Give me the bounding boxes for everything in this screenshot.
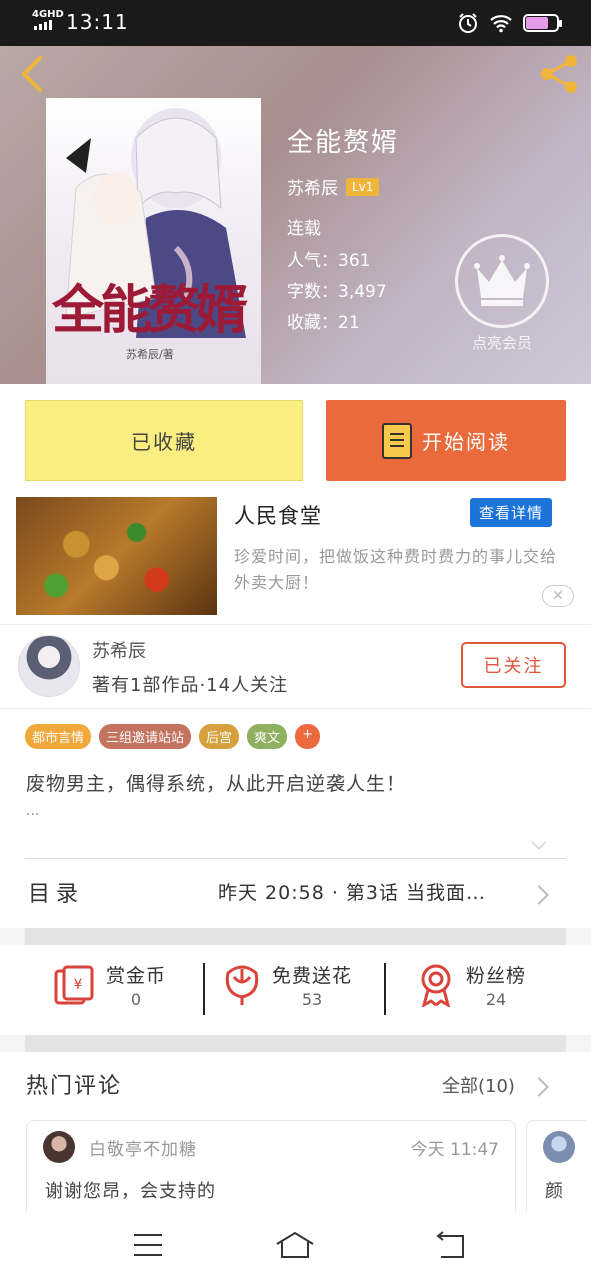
medal-icon xyxy=(421,964,451,1007)
book-word-count: 字数：3,497 xyxy=(287,282,387,302)
comment-card[interactable]: 白敬亭不加糖 今天 11:47 谢谢您昂，会支持的 xyxy=(26,1120,516,1220)
table-of-contents-row[interactable]: 目录 昨天 20:58 · 第3话 当我面… xyxy=(0,858,591,928)
tag[interactable]: 后宫 xyxy=(199,724,240,749)
book-author-row[interactable]: 苏希辰 Lv1 xyxy=(287,174,380,199)
section-divider xyxy=(25,928,566,945)
network-type: 4GHD xyxy=(32,9,64,20)
commenter-avatar[interactable] xyxy=(43,1131,75,1163)
commenter-avatar[interactable] xyxy=(543,1131,575,1163)
book-status: 连载 xyxy=(287,219,321,239)
commenter-name[interactable]: 白敬亭不加糖 xyxy=(89,1135,197,1160)
book-cover[interactable]: 全能赘婿 苏希辰/著 xyxy=(46,98,261,384)
stats-bar: ¥ 赏金币 0 免费送花 53 粉丝榜 24 xyxy=(0,945,591,1035)
author-avatar[interactable] xyxy=(18,635,80,697)
author-info: 著有1部作品·14人关注 xyxy=(92,675,289,696)
share-icon[interactable] xyxy=(537,52,581,96)
stat-label: 赏金币 xyxy=(106,965,167,987)
ad-detail-button[interactable]: 查看详情 xyxy=(470,498,553,527)
synopsis-ellipsis: ... xyxy=(26,803,40,819)
tip-coins-button[interactable]: ¥ 赏金币 0 xyxy=(52,961,166,1009)
vip-button[interactable]: 点亮会员 xyxy=(454,234,550,353)
chevron-right-icon xyxy=(529,885,549,905)
menu-icon[interactable] xyxy=(134,1234,162,1256)
flower-icon xyxy=(225,965,259,1005)
crown-icon xyxy=(474,255,530,306)
start-reading-button[interactable]: 开始阅读 xyxy=(326,400,566,481)
chevron-right-icon[interactable] xyxy=(529,1077,549,1097)
tag[interactable]: 爽文 xyxy=(247,724,288,749)
vip-label: 点亮会员 xyxy=(471,334,532,352)
cover-title: 全能赘婿 xyxy=(52,280,248,341)
stat-label: 粉丝榜 xyxy=(466,965,527,987)
status-bar: 4GHD 13:11 xyxy=(0,0,591,46)
book-header: 全能赘婿 苏希辰/著 全能赘婿 苏希辰 Lv1 连载 人气：361 字数：3,4… xyxy=(0,46,591,384)
back-icon[interactable] xyxy=(14,54,54,94)
divider xyxy=(25,858,566,859)
divider xyxy=(203,963,205,1015)
follow-button[interactable]: 已关注 xyxy=(461,642,566,688)
red-envelope-icon: ¥ xyxy=(54,965,94,1005)
latest-chapter: 昨天 20:58 · 第3话 当我面… xyxy=(218,882,487,904)
home-icon[interactable] xyxy=(275,1230,315,1260)
stat-value: 53 xyxy=(301,990,323,1009)
expand-chevron-icon[interactable] xyxy=(531,834,547,850)
book-popularity: 人气：361 xyxy=(287,251,371,271)
comments-title: 热门评论 xyxy=(26,1074,123,1099)
battery-icon xyxy=(523,14,562,32)
ad-image[interactable] xyxy=(16,497,217,615)
toc-label: 目录 xyxy=(28,882,85,907)
svg-text:¥: ¥ xyxy=(74,977,83,993)
status-time: 13:11 xyxy=(66,10,129,34)
back-nav-icon[interactable] xyxy=(433,1230,469,1260)
system-nav-bar xyxy=(0,1212,591,1280)
add-tag-button[interactable]: + xyxy=(295,724,320,749)
action-bar: 已收藏 开始阅读 xyxy=(0,384,591,496)
fan-ranking-button[interactable]: 粉丝榜 24 xyxy=(416,961,526,1009)
free-flower-button[interactable]: 免费送花 53 xyxy=(222,961,352,1009)
alarm-icon xyxy=(459,13,477,33)
tag-list: 都市言情 三组邀请站站 后宫 爽文 + xyxy=(25,724,320,749)
comment-card[interactable]: 颜 xyxy=(526,1120,586,1220)
book-author[interactable]: 苏希辰 xyxy=(287,174,338,199)
synopsis-text: 废物男主，偶得系统，从此开启逆袭人生！ xyxy=(26,773,407,795)
stat-value: 24 xyxy=(485,990,507,1009)
stat-label: 免费送花 xyxy=(272,965,353,987)
tags-synopsis-section: 都市言情 三组邀请站站 后宫 爽文 + 废物男主，偶得系统，从此开启逆袭人生！ … xyxy=(0,708,591,858)
author-name: 苏希辰 xyxy=(92,641,146,662)
wifi-icon xyxy=(490,15,512,33)
level-badge: Lv1 xyxy=(346,177,380,196)
stat-value: 0 xyxy=(130,990,142,1009)
book-collections: 收藏：21 xyxy=(287,313,360,333)
cover-author: 苏希辰/著 xyxy=(126,348,174,361)
tag[interactable]: 三组邀请站站 xyxy=(99,724,192,749)
start-reading-label: 开始阅读 xyxy=(422,430,510,454)
book-icon xyxy=(382,422,412,459)
comment-text: 谢谢您昂，会支持的 xyxy=(45,1181,216,1202)
all-comments-link[interactable]: 全部(10) xyxy=(442,1072,515,1098)
ad-banner[interactable]: 人民食堂 查看详情 珍爱时间，把做饭这种费时费力的事儿交给外卖大厨！ ✕ xyxy=(0,496,591,624)
ad-description: 珍爱时间，把做饭这种费时费力的事儿交给外卖大厨！ xyxy=(234,547,558,592)
signal-icon xyxy=(34,20,52,30)
author-section[interactable]: 苏希辰 著有1部作品·14人关注 已关注 xyxy=(0,624,591,708)
tag[interactable]: 都市言情 xyxy=(25,724,92,749)
collected-button[interactable]: 已收藏 xyxy=(25,400,303,481)
comment-time: 今天 11:47 xyxy=(410,1140,499,1160)
ad-close-icon[interactable]: ✕ xyxy=(542,585,574,607)
comment-text: 颜 xyxy=(545,1181,563,1202)
book-title: 全能赘婿 xyxy=(287,128,400,158)
divider xyxy=(384,963,386,1015)
hot-comments-section: 热门评论 全部(10) 白敬亭不加糖 今天 11:47 谢谢您昂，会支持的 颜 xyxy=(0,1052,591,1220)
ad-title: 人民食堂 xyxy=(234,504,322,528)
section-divider xyxy=(25,1035,566,1052)
